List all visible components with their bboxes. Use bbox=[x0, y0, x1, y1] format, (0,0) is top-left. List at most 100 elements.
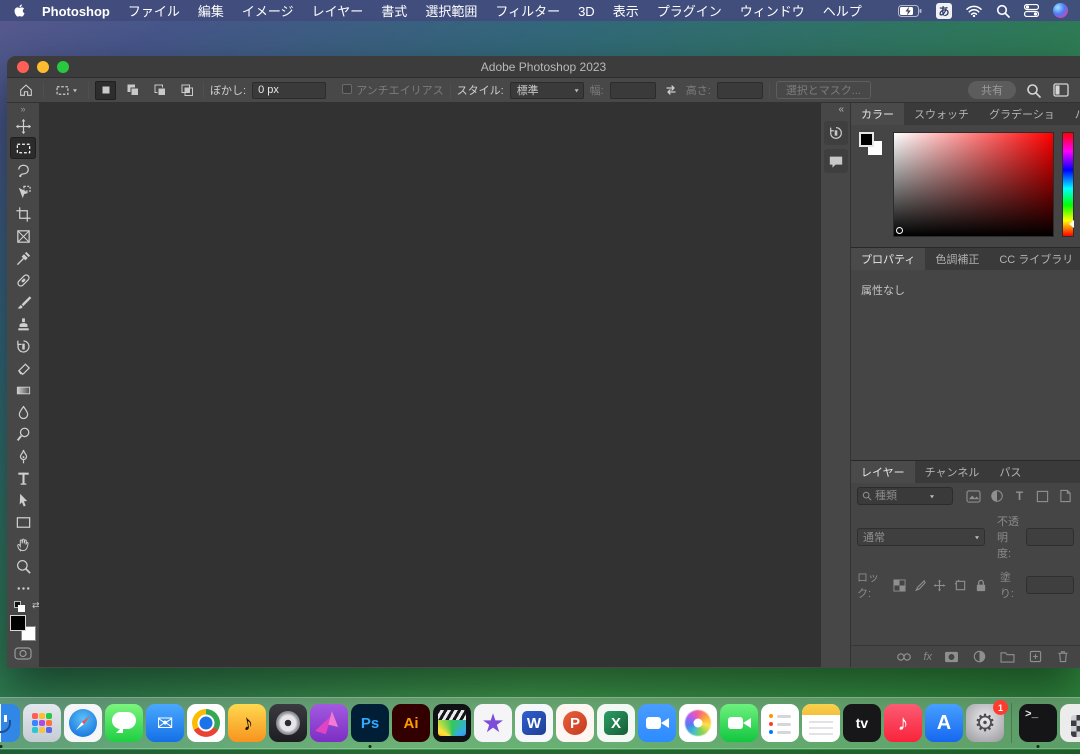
tool-move[interactable] bbox=[10, 115, 36, 137]
dock-powerpoint-icon[interactable]: P bbox=[556, 704, 594, 742]
tool-crop[interactable] bbox=[10, 203, 36, 225]
dock-reminders-icon[interactable] bbox=[761, 704, 799, 742]
lock-position-icon[interactable] bbox=[933, 577, 947, 593]
tool-frame[interactable] bbox=[10, 225, 36, 247]
dock-zoom-app-icon[interactable] bbox=[638, 704, 676, 742]
dock-launchpad-icon[interactable] bbox=[23, 704, 61, 742]
tab-properties[interactable]: プロパティ bbox=[851, 248, 925, 270]
dock-chess-icon[interactable] bbox=[1060, 704, 1080, 742]
menu-2[interactable]: 編集 bbox=[189, 4, 233, 19]
link-layers-icon[interactable] bbox=[895, 649, 913, 665]
dock-word-icon[interactable]: W bbox=[515, 704, 553, 742]
tool-gradient[interactable] bbox=[10, 379, 36, 401]
menu-5[interactable]: 書式 bbox=[372, 4, 416, 19]
lock-artboard-icon[interactable] bbox=[953, 577, 967, 593]
select-and-mask-button[interactable]: 選択とマスク... bbox=[776, 81, 871, 99]
default-colors-icon[interactable]: ⇄ bbox=[14, 601, 28, 613]
dock-app-store-icon[interactable]: A bbox=[925, 704, 963, 742]
dock-final-cut-icon[interactable] bbox=[433, 704, 471, 742]
tool-history-brush[interactable] bbox=[10, 335, 36, 357]
tool-pen[interactable] bbox=[10, 445, 36, 467]
layer-filter-search[interactable]: ▾ bbox=[857, 487, 953, 505]
menu-4[interactable]: レイヤー bbox=[303, 4, 373, 19]
tool-type[interactable] bbox=[10, 467, 36, 489]
layers-list-empty[interactable] bbox=[851, 605, 1080, 645]
dock-notes-icon[interactable] bbox=[802, 704, 840, 742]
history-panel-icon[interactable] bbox=[824, 121, 848, 145]
tool-rectangle[interactable] bbox=[10, 511, 36, 533]
title-bar[interactable]: Adobe Photoshop 2023 bbox=[7, 56, 1080, 78]
comments-panel-icon[interactable] bbox=[824, 149, 848, 173]
lock-pixels-icon[interactable] bbox=[912, 577, 926, 593]
layer-mask-icon[interactable] bbox=[942, 649, 960, 665]
tab-paths[interactable]: パス bbox=[989, 461, 1031, 483]
filter-shape-layers-icon[interactable] bbox=[1034, 488, 1051, 504]
tab-channels[interactable]: チャンネル bbox=[915, 461, 990, 483]
dock-safari-icon[interactable] bbox=[64, 704, 102, 742]
tool-spot-healing[interactable] bbox=[10, 269, 36, 291]
tool-clone-stamp[interactable] bbox=[10, 313, 36, 335]
color-picker-cursor[interactable] bbox=[896, 227, 903, 234]
quick-mask-icon[interactable] bbox=[14, 647, 32, 660]
filter-smart-objects-icon[interactable] bbox=[1057, 488, 1074, 504]
workspace-switcher-icon[interactable] bbox=[1050, 80, 1072, 101]
opacity-field[interactable] bbox=[1026, 528, 1074, 546]
fill-field[interactable] bbox=[1026, 576, 1074, 594]
new-layer-icon[interactable] bbox=[1026, 649, 1044, 665]
adjustment-layer-icon[interactable] bbox=[970, 649, 988, 665]
tool-edit-toolbar[interactable] bbox=[10, 577, 36, 599]
blend-mode-select[interactable]: 通常 ▾ bbox=[857, 528, 985, 546]
saturation-brightness-picker[interactable] bbox=[893, 132, 1054, 237]
menu-9[interactable]: 表示 bbox=[604, 4, 648, 19]
filter-adjustment-layers-icon[interactable] bbox=[988, 488, 1005, 504]
input-source-icon[interactable]: あ bbox=[936, 3, 952, 19]
tab-color[interactable]: カラー bbox=[851, 103, 904, 125]
wifi-icon[interactable] bbox=[966, 5, 982, 17]
home-icon[interactable] bbox=[15, 80, 37, 101]
document-canvas-area[interactable] bbox=[40, 103, 820, 667]
menu-app[interactable]: Photoshop bbox=[33, 4, 119, 19]
filter-type-layers-icon[interactable]: T bbox=[1011, 488, 1028, 504]
style-select[interactable]: 標準 ▾ bbox=[510, 82, 584, 99]
dock-imovie-icon[interactable]: ★ bbox=[474, 704, 512, 742]
dock-apple-tv-icon[interactable]: tv bbox=[843, 704, 881, 742]
hue-slider[interactable] bbox=[1062, 132, 1074, 237]
tool-eraser[interactable] bbox=[10, 357, 36, 379]
tool-lasso[interactable] bbox=[10, 159, 36, 181]
search-icon[interactable] bbox=[1022, 80, 1044, 101]
dock-excel-icon[interactable]: X bbox=[597, 704, 635, 742]
share-button[interactable]: 共有 bbox=[968, 81, 1016, 99]
dock-photos-icon[interactable] bbox=[679, 704, 717, 742]
height-input[interactable] bbox=[717, 82, 763, 99]
toolbar-expand-icon[interactable]: » bbox=[20, 103, 25, 115]
foreground-color-swatch[interactable] bbox=[10, 615, 26, 631]
siri-icon[interactable] bbox=[1053, 3, 1068, 18]
dock-affinity-photo-icon[interactable] bbox=[310, 704, 348, 742]
dock-finder-icon[interactable] bbox=[0, 704, 20, 742]
spotlight-search-icon[interactable] bbox=[996, 4, 1010, 18]
delete-layer-icon[interactable] bbox=[1054, 649, 1072, 665]
menu-8[interactable]: 3D bbox=[569, 4, 604, 19]
tool-brush[interactable] bbox=[10, 291, 36, 313]
dock-disc-app-icon[interactable] bbox=[269, 704, 307, 742]
new-group-icon[interactable] bbox=[998, 649, 1016, 665]
tab-adjustments[interactable]: 色調補正 bbox=[925, 248, 989, 270]
tool-preset-marquee-icon[interactable]: ▾ bbox=[50, 80, 82, 101]
tool-blur[interactable] bbox=[10, 401, 36, 423]
dock-chrome-icon[interactable] bbox=[187, 704, 225, 742]
dock-messages-icon[interactable] bbox=[105, 704, 143, 742]
panel-color-swatches[interactable] bbox=[859, 132, 885, 158]
tool-eyedropper[interactable] bbox=[10, 247, 36, 269]
tab-swatches[interactable]: スウォッチ bbox=[904, 103, 979, 125]
layer-filter-input[interactable] bbox=[875, 490, 927, 502]
menu-1[interactable]: ファイル bbox=[119, 4, 189, 19]
feather-input[interactable] bbox=[252, 82, 326, 99]
dock-music-icon[interactable]: ♪ bbox=[884, 704, 922, 742]
tab-layers[interactable]: レイヤー bbox=[851, 461, 915, 483]
collapse-panels-icon[interactable]: « bbox=[838, 103, 850, 117]
dock-mail-icon[interactable]: ✉ bbox=[146, 704, 184, 742]
tab-patterns[interactable]: パターン bbox=[1065, 103, 1080, 125]
tab-gradients[interactable]: グラデーショ bbox=[979, 103, 1065, 125]
filter-pixel-layers-icon[interactable] bbox=[965, 488, 982, 504]
swap-dimensions-icon[interactable] bbox=[662, 80, 680, 101]
